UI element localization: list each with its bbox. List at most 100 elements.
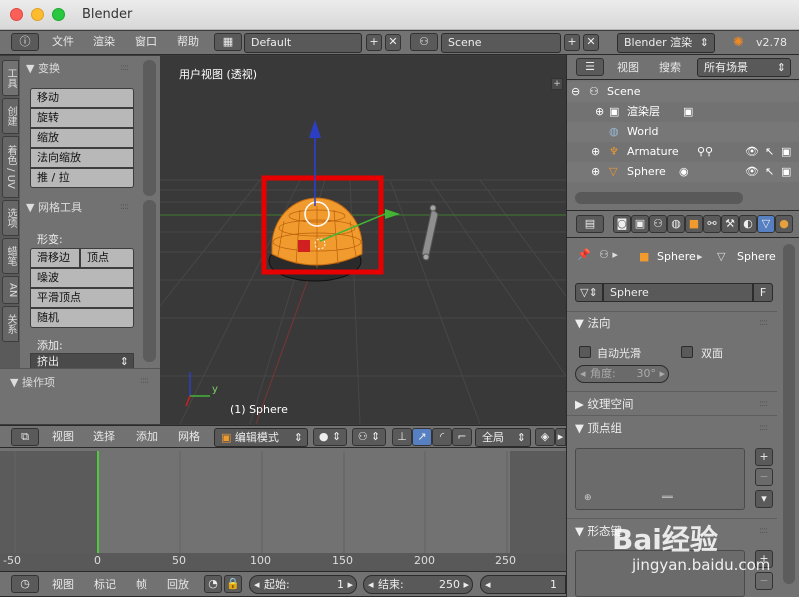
tab-options[interactable]: 选项 xyxy=(2,200,19,236)
outliner-filter-dropdown[interactable]: 所有场景 ⇕ xyxy=(697,58,791,77)
texture-space-panel-header[interactable]: ▶ 纹理空间 xyxy=(575,396,634,412)
remove-layout-icon[interactable]: ✕ xyxy=(385,34,401,51)
menu-mesh[interactable]: 网格 xyxy=(178,426,200,448)
info-editor-type-icon[interactable]: ⓘ xyxy=(11,33,39,51)
toolshelf-scrollbar-lower[interactable] xyxy=(143,200,156,362)
menu-add[interactable]: 添加 xyxy=(136,426,158,448)
increment-icon[interactable]: ▸ xyxy=(463,576,469,594)
outliner-row-scene[interactable]: ⊖ ⚇ Scene xyxy=(567,82,799,102)
menu-help[interactable]: 帮助 xyxy=(177,31,199,53)
menu-view[interactable]: 视图 xyxy=(52,574,74,596)
expand-icon[interactable]: ⊕ xyxy=(591,142,600,162)
slide-edge-button[interactable]: 滑移边 xyxy=(30,248,80,268)
selectable-cursor-icon[interactable]: ↖ xyxy=(765,142,774,162)
panel-grip-icon[interactable]: :::: xyxy=(759,526,768,536)
outliner-row-render-layers[interactable]: ⊕ ▣ 渲染层 ▣ xyxy=(567,102,799,122)
list-grip-icon[interactable]: ══ xyxy=(662,493,673,503)
move-button[interactable]: 移动 xyxy=(30,88,134,108)
viewport-shading-icon[interactable]: ● ⇕ xyxy=(313,428,347,446)
decrement-icon[interactable]: ◂ xyxy=(485,576,491,594)
properties-scrollbar[interactable] xyxy=(783,244,795,584)
randomize-button[interactable]: 随机 xyxy=(30,308,134,328)
menu-file[interactable]: 文件 xyxy=(52,31,74,53)
outliner-row-world[interactable]: ◍ World xyxy=(567,122,799,142)
more-icon[interactable]: ▸ xyxy=(555,428,566,446)
timeline[interactable]: -50 0 50 100 150 200 250 xyxy=(0,448,566,571)
properties-toggle-icon[interactable]: + xyxy=(551,78,563,90)
panel-grip-icon[interactable]: :::: xyxy=(759,399,768,409)
vertex-group-specials-icon[interactable]: ▾ xyxy=(755,490,773,508)
scene-icon[interactable]: ⚇ xyxy=(410,33,438,51)
outliner-row-sphere[interactable]: ⊕ ▽ Sphere ◉ 👁 ↖ ▣ xyxy=(567,162,799,182)
vertex-slide-button[interactable]: 顶点 xyxy=(80,248,134,268)
vertex-groups-list[interactable]: ⊕ ══ xyxy=(575,448,745,510)
menu-frame[interactable]: 帧 xyxy=(136,574,147,596)
close-window-button[interactable] xyxy=(10,8,23,21)
constraints-tab-icon[interactable]: ⚯ xyxy=(703,215,721,233)
menu-playback[interactable]: 回放 xyxy=(167,574,189,596)
fake-user-button[interactable]: F xyxy=(753,283,773,302)
expand-icon[interactable]: ⊕ xyxy=(595,102,604,122)
outliner-scrollbar[interactable] xyxy=(575,192,743,204)
data-tab-icon[interactable]: ◐ xyxy=(739,215,757,233)
panel-grip-icon[interactable]: :::: xyxy=(759,423,768,433)
mesh-browse-icon[interactable]: ▽⇕ xyxy=(575,283,603,302)
mesh-data-tab-icon[interactable]: ▽ xyxy=(757,215,775,233)
menu-marker[interactable]: 标记 xyxy=(94,574,116,596)
menu-render[interactable]: 渲染 xyxy=(93,31,115,53)
tab-grease-pencil[interactable]: 蜡笔 xyxy=(2,238,19,274)
add-layout-icon[interactable]: + xyxy=(366,34,382,51)
tab-tools[interactable]: 工具 xyxy=(2,60,19,96)
translate-manipulator-icon[interactable]: ↗ xyxy=(412,428,432,446)
menu-select[interactable]: 选择 xyxy=(93,426,115,448)
panel-grip-icon[interactable]: :::: xyxy=(140,376,149,386)
normals-panel-header[interactable]: ▼ 法向 xyxy=(575,315,611,331)
add-vertex-group-icon[interactable]: + xyxy=(755,448,773,466)
double-sided-checkbox[interactable] xyxy=(681,346,693,358)
menu-search[interactable]: 搜索 xyxy=(659,57,681,79)
orientation-dropdown[interactable]: 全局 ⇕ xyxy=(475,428,531,447)
mode-dropdown[interactable]: ▣ 编辑模式 ⇕ xyxy=(214,428,308,447)
auto-smooth-checkbox[interactable] xyxy=(579,346,591,358)
render-camera-icon[interactable]: ▣ xyxy=(781,162,791,182)
outliner-editor-type-icon[interactable]: ☰ xyxy=(576,58,604,76)
layer-icon[interactable]: ◈ xyxy=(535,428,555,446)
render-tab-icon[interactable]: ◙ xyxy=(613,215,631,233)
scene-tab-icon[interactable]: ⚇ xyxy=(649,215,667,233)
menu-view[interactable]: 视图 xyxy=(617,57,639,79)
tab-shading-uv[interactable]: 着色 / UV xyxy=(2,136,19,198)
transform-panel-header[interactable]: ▼ 变换 xyxy=(26,60,60,76)
panel-grip-icon[interactable]: :::: xyxy=(120,202,129,212)
lock-icon[interactable]: 🔒 xyxy=(224,575,242,593)
pivot-point-icon[interactable]: ⚇ ⇕ xyxy=(352,428,386,446)
mesh-tools-panel-header[interactable]: ▼ 网格工具 xyxy=(26,199,82,215)
rotate-button[interactable]: 旋转 xyxy=(30,108,134,128)
scale-manipulator-icon[interactable]: ⌐ xyxy=(452,428,472,446)
world-tab-icon[interactable]: ◍ xyxy=(667,215,685,233)
3d-viewport[interactable]: 用户视图 (透视) y (1) Sphere + xyxy=(160,56,566,424)
render-engine-dropdown[interactable]: Blender 渲染 ⇕ xyxy=(617,33,715,53)
pin-icon[interactable]: 📌 xyxy=(577,248,591,261)
toolshelf-scrollbar[interactable] xyxy=(143,60,156,196)
menu-view[interactable]: 视图 xyxy=(52,426,74,448)
visibility-eye-icon[interactable]: 👁 xyxy=(745,162,759,182)
panel-grip-icon[interactable]: :::: xyxy=(759,318,768,328)
outliner-row-armature[interactable]: ⊕ ♆ Armature ⚲⚲ 👁 ↖ ▣ xyxy=(567,142,799,162)
scale-button[interactable]: 缩放 xyxy=(30,128,134,148)
tab-create[interactable]: 创建 xyxy=(2,98,19,134)
scene-field[interactable]: Scene xyxy=(441,33,561,53)
vertex-groups-panel-header[interactable]: ▼ 顶点组 xyxy=(575,420,622,436)
menu-window[interactable]: 窗口 xyxy=(135,31,157,53)
push-pull-button[interactable]: 推 / 拉 xyxy=(30,168,134,188)
rotate-manipulator-icon[interactable]: ◜ xyxy=(432,428,452,446)
selectable-cursor-icon[interactable]: ↖ xyxy=(765,162,774,182)
panel-grip-icon[interactable]: :::: xyxy=(120,63,129,73)
normal-scale-button[interactable]: 法向缩放 xyxy=(30,148,134,168)
add-scene-icon[interactable]: + xyxy=(564,34,580,51)
manipulator-toggle-icon[interactable]: ⊥ xyxy=(392,428,412,446)
keying-icon[interactable]: ◔ xyxy=(204,575,222,593)
expand-icon[interactable]: ⊕ xyxy=(591,162,600,182)
current-frame-field[interactable]: ◂ 1 xyxy=(480,575,566,594)
layout-field[interactable]: Default xyxy=(244,33,362,53)
minimize-window-button[interactable] xyxy=(31,8,44,21)
